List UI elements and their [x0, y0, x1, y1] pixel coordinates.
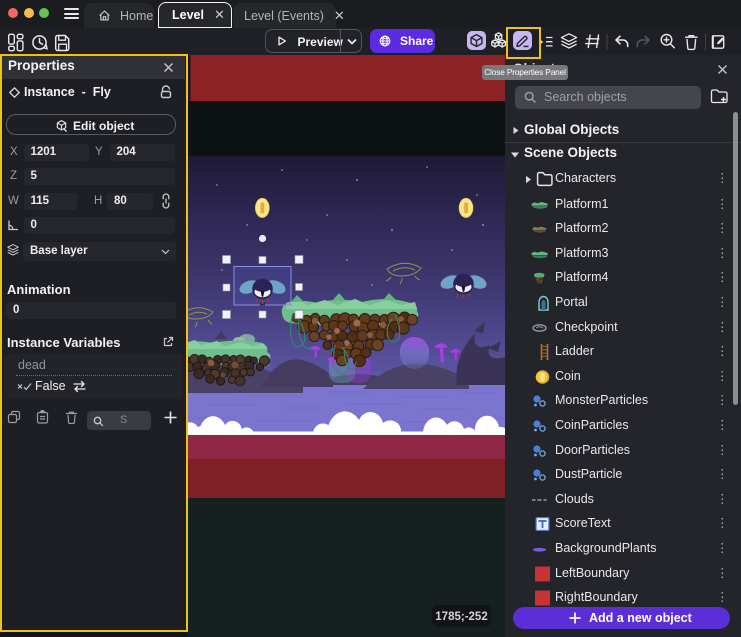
svg-text:1785;-252: 1785;-252 — [435, 611, 487, 623]
